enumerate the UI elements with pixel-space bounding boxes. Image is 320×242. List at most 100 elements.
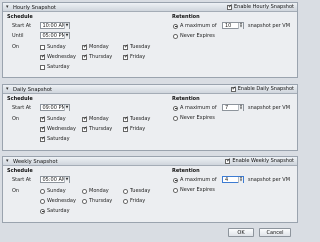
panel-header[interactable]: ▾ Hourly Snapshot Enable Hourly Snapshot bbox=[3, 3, 297, 12]
ok-button[interactable]: OK bbox=[228, 228, 254, 237]
chevron-down-icon[interactable]: ▼ bbox=[64, 105, 69, 111]
stepper-buttons[interactable]: ▲ ▼ bbox=[238, 176, 243, 183]
checkbox-icon[interactable] bbox=[123, 126, 129, 132]
chevron-down-icon[interactable]: ▼ bbox=[64, 33, 69, 39]
checkbox-icon[interactable] bbox=[82, 54, 88, 60]
chevron-down-icon[interactable]: ▼ bbox=[239, 179, 243, 183]
panel-header[interactable]: ▾ Weekly Snapshot Enable Weekly Snapshot bbox=[3, 157, 297, 166]
day-thursday[interactable]: Thursday bbox=[82, 126, 112, 132]
stepper-buttons[interactable]: ▲ ▼ bbox=[238, 104, 243, 111]
chevron-down-icon[interactable]: ▼ bbox=[64, 177, 69, 183]
radio-icon[interactable] bbox=[173, 23, 178, 29]
until-label: Until bbox=[12, 33, 24, 39]
day-tuesday[interactable]: Tuesday bbox=[123, 188, 150, 194]
day-label: Monday bbox=[89, 188, 109, 194]
max-count-value: 7 bbox=[225, 105, 229, 112]
checkbox-icon[interactable] bbox=[123, 54, 129, 60]
retention-max-radio[interactable]: A maximum of bbox=[173, 105, 217, 111]
checkbox-icon[interactable] bbox=[40, 116, 46, 122]
until-time-dropdown[interactable]: 05:00 PM ▼ bbox=[40, 32, 70, 39]
radio-icon[interactable] bbox=[123, 188, 128, 194]
chevron-down-icon[interactable]: ▼ bbox=[64, 23, 69, 29]
on-label: On bbox=[12, 116, 20, 122]
day-friday[interactable]: Friday bbox=[123, 54, 145, 60]
radio-icon[interactable] bbox=[40, 198, 45, 204]
max-count-value: 10 bbox=[225, 23, 232, 30]
never-expires-radio[interactable]: Never Expires bbox=[173, 115, 215, 121]
day-sunday[interactable]: Sunday bbox=[40, 44, 66, 50]
checkbox-icon[interactable] bbox=[40, 136, 46, 142]
radio-icon[interactable] bbox=[82, 198, 87, 204]
day-wednesday[interactable]: Wednesday bbox=[40, 198, 76, 204]
day-friday[interactable]: Friday bbox=[123, 126, 145, 132]
checkbox-icon[interactable] bbox=[40, 126, 46, 132]
retention-max-radio[interactable]: A maximum of bbox=[173, 177, 217, 183]
day-friday[interactable]: Friday bbox=[123, 198, 145, 204]
radio-icon[interactable] bbox=[173, 177, 178, 183]
day-monday[interactable]: Monday bbox=[82, 44, 109, 50]
never-expires-radio[interactable]: Never Expires bbox=[173, 187, 215, 193]
checkbox-icon[interactable] bbox=[123, 44, 129, 50]
day-wednesday[interactable]: Wednesday bbox=[40, 126, 76, 132]
day-sunday[interactable]: Sunday bbox=[40, 116, 66, 122]
day-monday[interactable]: Monday bbox=[82, 116, 109, 122]
retention-title: Retention bbox=[172, 168, 200, 174]
day-tuesday[interactable]: Tuesday bbox=[123, 116, 150, 122]
start-time-dropdown[interactable]: 10:00 AM ▼ bbox=[40, 22, 70, 29]
start-time-value: 10:00 AM bbox=[42, 23, 67, 29]
radio-icon[interactable] bbox=[173, 33, 178, 39]
day-saturday[interactable]: Saturday bbox=[40, 208, 70, 214]
cancel-button[interactable]: Cancel bbox=[259, 228, 291, 237]
checkbox-icon[interactable] bbox=[40, 54, 46, 60]
day-saturday[interactable]: Saturday bbox=[40, 64, 70, 70]
enable-label: Enable Weekly Snapshot bbox=[232, 158, 294, 165]
radio-icon[interactable] bbox=[40, 208, 45, 214]
radio-icon[interactable] bbox=[173, 105, 178, 111]
enable-hourly-checkbox[interactable]: Enable Hourly Snapshot bbox=[227, 4, 294, 10]
collapse-arrow-icon[interactable]: ▾ bbox=[6, 5, 9, 10]
checkbox-icon[interactable] bbox=[123, 116, 129, 122]
checkbox-icon[interactable] bbox=[225, 158, 231, 164]
on-label: On bbox=[12, 188, 20, 194]
checkbox-icon[interactable] bbox=[40, 64, 45, 70]
collapse-arrow-icon[interactable]: ▾ bbox=[6, 159, 9, 164]
day-thursday[interactable]: Thursday bbox=[82, 198, 112, 204]
enable-daily-checkbox[interactable]: Enable Daily Snapshot bbox=[230, 86, 294, 92]
radio-icon[interactable] bbox=[173, 115, 178, 121]
day-label: Tuesday bbox=[130, 188, 151, 194]
checkbox-icon[interactable] bbox=[82, 44, 88, 50]
day-wednesday[interactable]: Wednesday bbox=[40, 54, 76, 60]
per-vm-label: snapshot per VM bbox=[248, 177, 291, 183]
checkbox-icon[interactable] bbox=[230, 86, 237, 92]
day-sunday[interactable]: Sunday bbox=[40, 188, 66, 194]
stepper-buttons[interactable]: ▲ ▼ bbox=[238, 22, 243, 29]
on-label: On bbox=[12, 44, 20, 50]
radio-icon[interactable] bbox=[82, 188, 87, 194]
chevron-down-icon[interactable]: ▼ bbox=[239, 25, 243, 29]
max-count-stepper[interactable]: 7 ▲ ▼ bbox=[222, 104, 244, 111]
collapse-arrow-icon[interactable]: ▾ bbox=[6, 87, 9, 92]
checkbox-icon[interactable] bbox=[40, 44, 45, 50]
day-label: Sunday bbox=[47, 188, 66, 194]
checkbox-icon[interactable] bbox=[227, 4, 233, 10]
never-expires-radio[interactable]: Never Expires bbox=[173, 33, 215, 39]
radio-icon[interactable] bbox=[123, 198, 128, 204]
day-monday[interactable]: Monday bbox=[82, 188, 109, 194]
max-count-stepper[interactable]: 10 ▲ ▼ bbox=[222, 22, 244, 29]
day-tuesday[interactable]: Tuesday bbox=[123, 44, 150, 50]
enable-weekly-checkbox[interactable]: Enable Weekly Snapshot bbox=[225, 158, 294, 164]
start-time-dropdown[interactable]: 09:00 PM ▼ bbox=[40, 104, 70, 111]
radio-icon[interactable] bbox=[173, 187, 178, 193]
chevron-down-icon[interactable]: ▼ bbox=[239, 107, 243, 111]
max-count-stepper[interactable]: 4 ▲ ▼ bbox=[222, 176, 244, 183]
panel-header[interactable]: ▾ Daily Snapshot Enable Daily Snapshot bbox=[3, 85, 297, 94]
day-label: Tuesday bbox=[130, 44, 151, 50]
radio-icon[interactable] bbox=[40, 188, 45, 194]
day-saturday[interactable]: Saturday bbox=[40, 136, 70, 142]
start-time-dropdown[interactable]: 05:00 AM ▼ bbox=[40, 176, 70, 183]
checkbox-icon[interactable] bbox=[82, 116, 88, 122]
retention-max-radio[interactable]: A maximum of bbox=[173, 23, 217, 29]
day-thursday[interactable]: Thursday bbox=[82, 54, 112, 60]
hourly-snapshot-panel: ▾ Hourly Snapshot Enable Hourly Snapshot… bbox=[2, 2, 298, 78]
checkbox-icon[interactable] bbox=[82, 126, 88, 132]
